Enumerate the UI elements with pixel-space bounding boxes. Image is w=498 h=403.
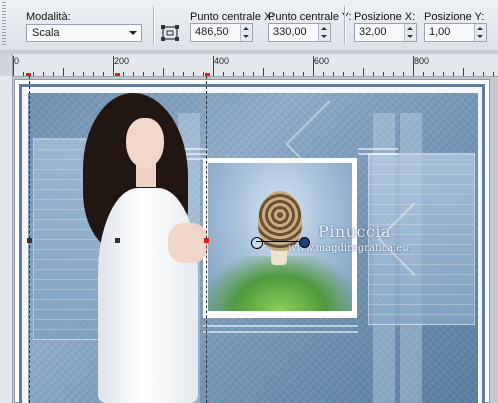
toolbar-divider [153, 6, 154, 44]
position-x-value: 32,00 [359, 26, 387, 38]
ruler-tick [293, 72, 294, 76]
mode-value: Scala [32, 27, 60, 39]
ruler-tick [303, 72, 304, 76]
ruler-tick [103, 72, 104, 76]
ruler-tick [193, 72, 194, 76]
ruler-tick [403, 72, 404, 76]
ruler-tick [123, 72, 124, 76]
pivot-y-label: Punto centrale Y: [268, 11, 352, 23]
resize-handle[interactable] [204, 238, 209, 243]
woman-figure [58, 93, 208, 403]
ruler-tick [243, 72, 244, 76]
position-y-label: Posizione Y: [424, 11, 485, 23]
pivot-x-spinner[interactable] [240, 24, 252, 41]
rotation-handle-icon[interactable] [299, 237, 310, 248]
ruler-tick [453, 72, 454, 76]
ruler-tick [183, 72, 184, 76]
ruler-tick [23, 72, 24, 76]
position-y-spinner[interactable] [474, 24, 486, 41]
ruler-tick [63, 68, 64, 76]
ruler-tick [263, 68, 264, 76]
ruler-tick [383, 72, 384, 76]
ruler-tick [323, 72, 324, 76]
ruler-tick [133, 72, 134, 76]
ruler-label: 400 [214, 56, 230, 66]
ruler-tick [463, 68, 464, 76]
ruler-tick [493, 72, 494, 76]
ruler-tick [443, 72, 444, 76]
ruler-marker [115, 73, 120, 76]
position-x-field[interactable]: 32,00 [354, 23, 417, 42]
pivot-x-label: Punto centrale X: [190, 11, 275, 23]
dress [98, 188, 198, 403]
ruler-tick [413, 56, 414, 76]
ruler-label: 0 [14, 56, 20, 66]
ruler-tick [93, 72, 94, 76]
ruler-tick [393, 72, 394, 76]
ruler-tick [483, 72, 484, 76]
decor-stripe [203, 331, 358, 333]
decor-stripe [358, 153, 398, 155]
position-y-value: 1,00 [429, 26, 451, 38]
ruler-label: 800 [414, 56, 430, 66]
ruler-tick [273, 72, 274, 76]
ruler-tick [233, 72, 234, 76]
mushroom-cap [258, 191, 302, 251]
toolbar-grip[interactable] [2, 2, 6, 46]
horizontal-ruler[interactable]: 0 200 400 600 800 [0, 54, 498, 77]
decor-stripe [203, 325, 358, 327]
ruler-tick [213, 56, 214, 76]
ruler-label: 200 [114, 56, 130, 66]
ruler-tick [373, 72, 374, 76]
ruler-tick [433, 72, 434, 76]
position-x-spinner[interactable] [404, 24, 416, 41]
pivot-x-value: 486,50 [195, 26, 229, 38]
pivot-x-field[interactable]: 486,50 [190, 23, 253, 42]
pivot-point-icon[interactable] [251, 237, 263, 249]
pivot-y-value: 330,00 [273, 26, 307, 38]
ruler-label: 600 [314, 56, 330, 66]
ruler-tick [473, 72, 474, 76]
position-x-label: Posizione X: [354, 11, 416, 23]
ruler-tick [163, 68, 164, 76]
ruler-tick [53, 72, 54, 76]
ruler-tick [13, 56, 14, 76]
ruler-tick [363, 68, 364, 76]
ruler-tick [343, 72, 344, 76]
ruler-tick [313, 56, 314, 76]
rotation-arm [256, 241, 304, 242]
vertical-ruler[interactable] [0, 76, 13, 403]
pivot-y-field[interactable]: 330,00 [268, 23, 331, 42]
tool-options-toolbar: Modalità: Scala Punto centrale X: 486,50… [0, 0, 498, 51]
pick-tool-icon[interactable] [160, 24, 180, 42]
ruler-tick [83, 72, 84, 76]
watermark-signature: Pinuccia [318, 222, 392, 241]
face [126, 118, 164, 168]
ruler-corner [0, 54, 13, 76]
ruler-tick [173, 72, 174, 76]
pivot-y-spinner[interactable] [318, 24, 330, 41]
ruler-tick [223, 72, 224, 76]
resize-handle[interactable] [115, 238, 120, 243]
position-y-field[interactable]: 1,00 [424, 23, 487, 42]
ruler-tick [203, 72, 204, 76]
ruler-tick [73, 72, 74, 76]
ruler-tick [153, 72, 154, 76]
ruler-tick [33, 72, 34, 76]
ruler-tick [113, 56, 114, 76]
resize-handle[interactable] [27, 238, 32, 243]
ruler-tick [353, 72, 354, 76]
mode-label: Modalità: [26, 11, 71, 23]
ruler-tick [333, 72, 334, 76]
ruler-tick [423, 72, 424, 76]
arm [168, 223, 208, 263]
ruler-tick [143, 72, 144, 76]
toolbar-divider [344, 6, 345, 44]
ruler-tick [253, 72, 254, 76]
ruler-tick [283, 72, 284, 76]
mode-dropdown[interactable]: Scala [26, 24, 142, 42]
ruler-tick [43, 72, 44, 76]
chevron-down-icon[interactable] [129, 31, 137, 35]
